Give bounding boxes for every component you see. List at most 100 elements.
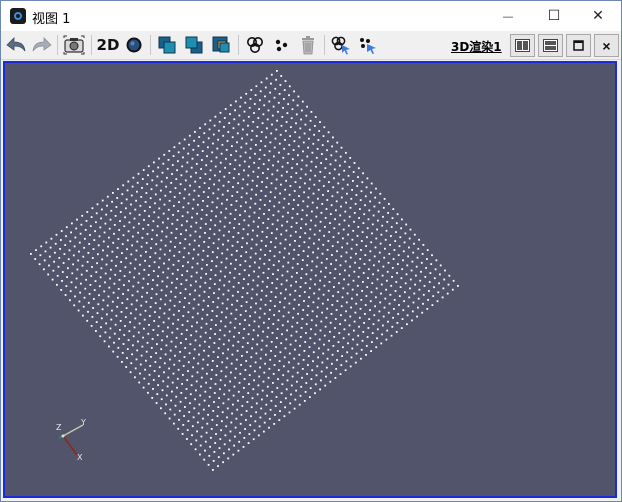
- point: [366, 236, 368, 239]
- point: [243, 169, 245, 172]
- point: [344, 269, 346, 272]
- point: [388, 203, 390, 205]
- point: [298, 295, 301, 297]
- point: [293, 248, 296, 251]
- point: [270, 73, 273, 76]
- capture-screenshot-button[interactable]: [62, 33, 86, 57]
- point: [87, 301, 90, 304]
- point: [120, 311, 123, 313]
- interactive-select-points-button[interactable]: [356, 33, 380, 57]
- point: [290, 393, 292, 396]
- point: [257, 325, 260, 328]
- point: [261, 389, 264, 392]
- point: [104, 272, 107, 275]
- point: [337, 232, 340, 235]
- point: [141, 236, 144, 239]
- point: [57, 265, 60, 268]
- point: [331, 353, 334, 356]
- point: [272, 273, 274, 275]
- point: [177, 160, 179, 163]
- point: [244, 428, 246, 430]
- point: [124, 266, 127, 269]
- point: [233, 335, 235, 338]
- point: [130, 303, 133, 306]
- point: [123, 275, 126, 277]
- select-cells-button[interactable]: [243, 33, 267, 57]
- clear-selection-button[interactable]: [296, 33, 320, 57]
- point: [326, 199, 329, 201]
- split-vertical-button[interactable]: [538, 34, 563, 57]
- undo-camera-button[interactable]: [4, 33, 28, 57]
- point: [381, 274, 384, 277]
- close-button[interactable]: ✕: [575, 1, 621, 31]
- point: [235, 417, 238, 420]
- point: [281, 274, 284, 277]
- toggle-2d-button[interactable]: 2D: [95, 33, 121, 57]
- layer-order-button[interactable]: [209, 33, 233, 57]
- point: [145, 350, 148, 353]
- point: [183, 197, 186, 200]
- bring-to-front-button[interactable]: [155, 33, 179, 57]
- minimize-button[interactable]: —: [485, 1, 531, 31]
- point: [315, 374, 318, 377]
- point: [162, 321, 165, 324]
- shading-button[interactable]: [122, 33, 146, 57]
- point: [213, 292, 215, 294]
- point: [76, 218, 78, 221]
- point: [162, 212, 165, 215]
- point: [209, 228, 211, 230]
- interactive-select-cells-button[interactable]: [329, 33, 353, 57]
- maximize-button[interactable]: ☐: [531, 1, 577, 31]
- render-viewport[interactable]: Z Y X: [3, 61, 617, 498]
- point: [226, 307, 228, 310]
- point: [274, 296, 277, 298]
- point: [300, 168, 303, 171]
- point: [374, 246, 377, 249]
- redo-camera-button[interactable]: [30, 33, 54, 57]
- point: [302, 141, 305, 144]
- point: [371, 341, 373, 343]
- send-to-back-button[interactable]: [182, 33, 206, 57]
- point: [208, 128, 211, 131]
- point: [385, 229, 388, 232]
- point: [156, 343, 158, 345]
- point: [259, 199, 262, 201]
- point: [280, 342, 283, 345]
- split-horizontal-button[interactable]: [510, 34, 535, 57]
- render-view-link[interactable]: 3D渲染1: [451, 38, 502, 55]
- point: [206, 264, 208, 266]
- point: [264, 195, 267, 197]
- point: [149, 306, 152, 308]
- point: [343, 278, 345, 281]
- point: [310, 328, 312, 331]
- maximize-panel-button[interactable]: [566, 34, 591, 57]
- point: [198, 403, 201, 406]
- point: [310, 219, 312, 222]
- point: [292, 208, 294, 210]
- point: [334, 318, 337, 320]
- close-panel-button[interactable]: ×: [594, 34, 619, 57]
- point: [386, 221, 389, 223]
- point: [229, 430, 232, 433]
- point: [307, 364, 309, 366]
- point: [222, 134, 225, 137]
- point: [340, 205, 342, 208]
- point: [315, 215, 318, 218]
- point: [202, 308, 204, 311]
- point: [382, 265, 385, 268]
- point: [237, 182, 239, 185]
- point: [188, 134, 191, 137]
- point: [109, 218, 112, 221]
- point: [216, 415, 219, 417]
- point: [330, 204, 333, 207]
- point: [146, 233, 149, 235]
- point: [201, 426, 204, 429]
- point: [144, 201, 147, 203]
- point: [301, 100, 304, 103]
- point: [169, 299, 172, 302]
- point: [270, 132, 273, 135]
- point: [327, 348, 330, 351]
- select-points-button[interactable]: [269, 33, 293, 57]
- point: [275, 128, 278, 131]
- point: [246, 342, 249, 344]
